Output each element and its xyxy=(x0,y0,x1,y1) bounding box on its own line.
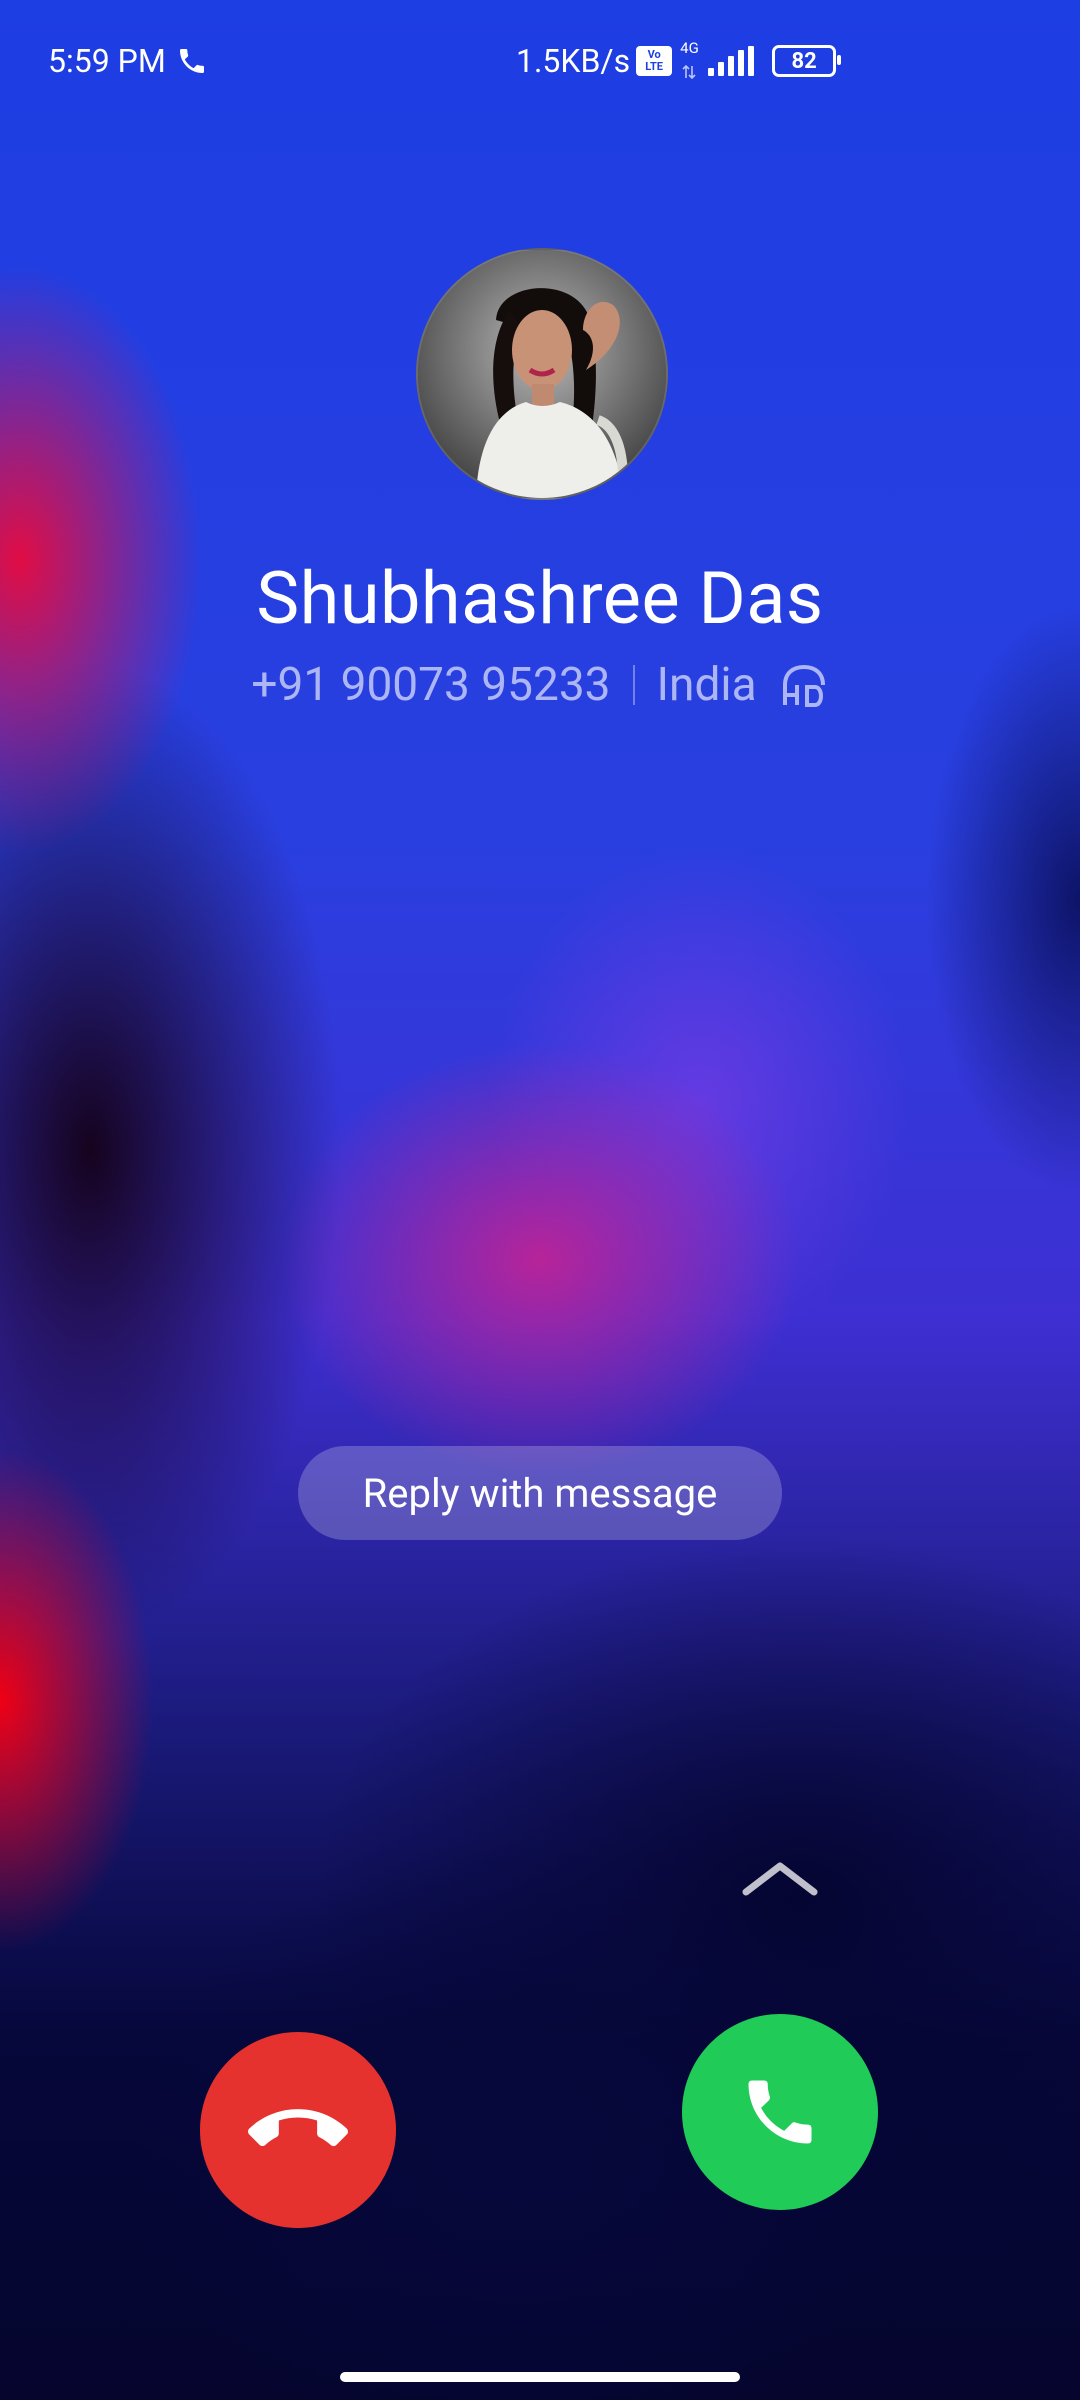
caller-location: India xyxy=(656,658,757,712)
data-arrows-icon xyxy=(682,65,696,79)
reply-label: Reply with message xyxy=(362,1469,718,1517)
signal-icon xyxy=(708,46,755,76)
battery-icon: 82 xyxy=(772,45,842,77)
caller-number: +91 90073 95233 xyxy=(251,658,611,712)
chevron-up-icon[interactable] xyxy=(740,1858,820,1898)
reply-with-message-button[interactable]: Reply with message xyxy=(298,1446,782,1540)
hd-voice-icon xyxy=(782,664,825,707)
info-divider xyxy=(632,665,635,705)
phone-icon xyxy=(748,2080,812,2144)
status-bar: 5:59 PM 1.5KB/s Vo LTE 4G 82 xyxy=(0,0,1080,128)
caller-avatar xyxy=(416,248,668,500)
caller-info: +91 90073 95233 India xyxy=(0,658,1080,712)
network-speed: 1.5KB/s xyxy=(516,42,631,80)
volte-icon: Vo LTE xyxy=(636,46,673,76)
incoming-call-screen: 5:59 PM 1.5KB/s Vo LTE 4G 82 Shubhashree… xyxy=(0,0,1080,2400)
caller-name: Shubhashree Das xyxy=(256,556,824,641)
battery-level: 82 xyxy=(791,48,817,74)
network-type-label: 4G xyxy=(680,39,699,57)
volte-bottom: LTE xyxy=(645,60,663,73)
phone-icon xyxy=(179,49,204,73)
answer-call-button[interactable] xyxy=(682,2014,878,2210)
status-time: 5:59 PM xyxy=(48,42,166,80)
network-type: 4G xyxy=(678,39,702,79)
home-indicator[interactable] xyxy=(340,2372,740,2382)
end-call-icon xyxy=(248,2109,348,2147)
avatar-image xyxy=(418,250,666,498)
status-time-group: 5:59 PM xyxy=(48,42,208,80)
decline-call-button[interactable] xyxy=(200,2032,396,2228)
status-indicators: 1.5KB/s Vo LTE 4G 82 xyxy=(516,39,842,80)
